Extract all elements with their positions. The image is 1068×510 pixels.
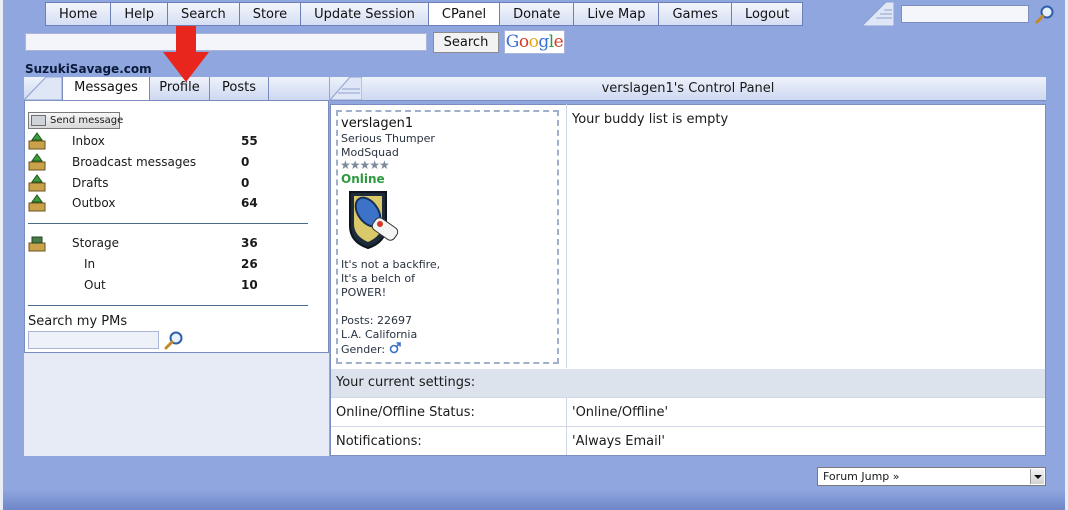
send-message-button[interactable]: Send message xyxy=(28,112,124,129)
folder-outbox[interactable]: Outbox 64 xyxy=(28,194,308,214)
tab-ornament-icon xyxy=(24,77,62,101)
nav-donate[interactable]: Donate xyxy=(500,2,575,26)
signature-line: POWER! xyxy=(341,286,387,299)
folder-inbox[interactable]: Inbox 55 xyxy=(28,132,308,152)
avatar xyxy=(349,191,399,250)
folder-count: 0 xyxy=(241,176,250,190)
nav-home[interactable]: Home xyxy=(45,2,112,26)
folder-storage[interactable]: Storage 36 xyxy=(28,234,308,254)
setting-row: Notifications: 'Always Email' xyxy=(331,426,1045,455)
search-pms-input[interactable] xyxy=(28,331,159,349)
folder-drafts[interactable]: Drafts 0 xyxy=(28,174,308,194)
profile-location: L.A. California xyxy=(341,328,418,341)
control-panel-header: verslagen1's Control Panel xyxy=(330,77,1046,101)
nav-update-session[interactable]: Update Session xyxy=(301,2,429,26)
nav-search[interactable]: Search xyxy=(168,2,240,26)
nav-store[interactable]: Store xyxy=(239,2,302,26)
folder-label: Drafts xyxy=(72,176,109,190)
male-icon xyxy=(389,342,401,354)
buddy-list-message: Your buddy list is empty xyxy=(572,112,729,127)
profile-username[interactable]: verslagen1 xyxy=(341,116,413,131)
storage-in-row: In 26 xyxy=(28,255,308,275)
storage-icon xyxy=(28,236,46,252)
nav-ornament-icon xyxy=(862,2,894,26)
google-search-button[interactable]: Search xyxy=(433,32,499,53)
send-message-label: Send message xyxy=(50,115,124,126)
setting-row: Online/Offline Status: 'Online/Offline' xyxy=(331,397,1045,426)
folder-count: 55 xyxy=(241,134,258,148)
cell-divider xyxy=(566,398,567,426)
storage-out-count: 10 xyxy=(241,278,258,292)
header-ornament-icon xyxy=(330,77,362,101)
rating-stars-icon: ★★★★★ xyxy=(340,158,390,172)
setting-value: 'Online/Offline' xyxy=(572,405,669,420)
folder-count: 0 xyxy=(241,155,250,169)
storage-out-row: Out 10 xyxy=(28,276,308,296)
google-search-input[interactable] xyxy=(25,33,427,51)
chevron-down-icon[interactable] xyxy=(1030,469,1044,484)
storage-in-label: In xyxy=(84,257,96,271)
setting-value: 'Always Email' xyxy=(572,434,665,449)
nav-cpanel[interactable]: CPanel xyxy=(428,2,501,26)
divider xyxy=(28,305,308,306)
broadcast-icon xyxy=(28,153,46,171)
envelope-icon xyxy=(31,115,46,126)
storage-count: 36 xyxy=(241,236,258,250)
settings-header: Your current settings: xyxy=(331,369,1045,397)
search-pms-label: Search my PMs xyxy=(28,314,128,329)
signature-line: It's not a backfire, xyxy=(341,258,441,271)
folder-label: Broadcast messages xyxy=(72,155,197,169)
inbox-icon xyxy=(28,132,46,150)
storage-out-label: Out xyxy=(84,278,106,292)
folder-label: Inbox xyxy=(72,134,105,148)
online-status: Online xyxy=(341,172,385,186)
profile-posts: Posts: 22697 xyxy=(341,314,412,327)
gender-label: Gender: xyxy=(341,343,386,356)
folder-count: 64 xyxy=(241,196,258,210)
top-nav: Home Help Search Store Update Session CP… xyxy=(45,2,804,26)
setting-key: Online/Offline Status: xyxy=(336,405,475,420)
forum-jump-label: Forum Jump » xyxy=(823,470,900,483)
storage-in-count: 26 xyxy=(241,257,258,271)
left-column-background xyxy=(24,353,329,456)
profile-title: Serious Thumper xyxy=(341,132,435,145)
tab-messages[interactable]: Messages xyxy=(62,77,150,100)
drafts-icon xyxy=(28,174,46,192)
nav-live-map[interactable]: Live Map xyxy=(574,2,660,26)
control-panel-title: verslagen1's Control Panel xyxy=(601,81,775,96)
google-logo: Google xyxy=(504,30,565,54)
bottom-band xyxy=(3,490,1065,510)
profile-gender: Gender: xyxy=(341,342,401,356)
folder-broadcast[interactable]: Broadcast messages 0 xyxy=(28,153,308,173)
column-divider xyxy=(566,104,567,368)
nav-help[interactable]: Help xyxy=(111,2,169,26)
tab-posts[interactable]: Posts xyxy=(209,77,269,100)
outbox-icon xyxy=(28,194,46,212)
nav-logout[interactable]: Logout xyxy=(731,2,804,26)
top-search-input[interactable] xyxy=(901,5,1029,23)
signature-line: It's a belch of xyxy=(341,272,415,285)
setting-key: Notifications: xyxy=(336,434,422,449)
forum-jump-select[interactable]: Forum Jump » xyxy=(817,467,1046,486)
folder-label: Outbox xyxy=(72,196,116,210)
site-name: SuzukiSavage.com xyxy=(25,62,152,76)
nav-games[interactable]: Games xyxy=(659,2,732,26)
annotation-arrow-icon xyxy=(163,26,209,82)
search-icon[interactable] xyxy=(1035,4,1055,24)
divider xyxy=(28,223,308,224)
storage-label: Storage xyxy=(72,236,119,250)
search-icon[interactable] xyxy=(164,330,184,350)
cell-divider xyxy=(566,427,567,455)
